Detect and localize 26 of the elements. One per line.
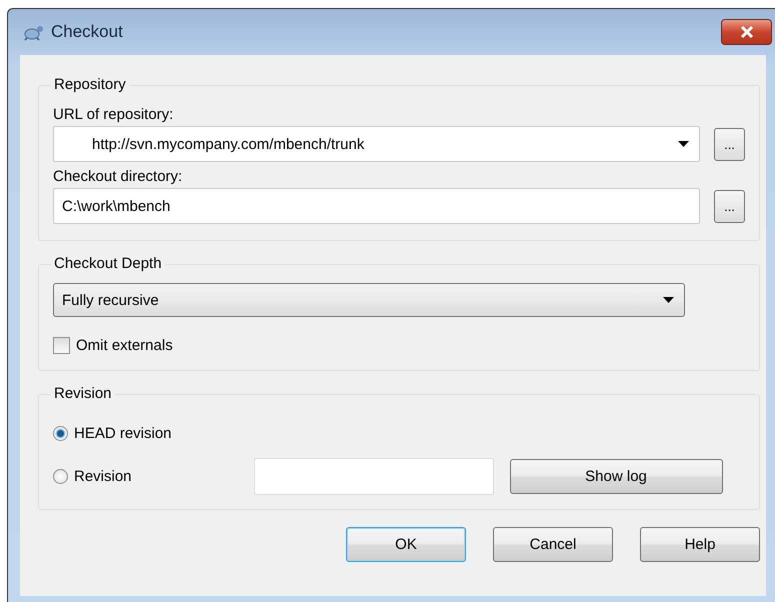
dropdown-arrow-icon <box>663 297 674 303</box>
field-label: URL of repository: <box>53 105 174 125</box>
group-title: Checkout Depth <box>51 255 165 273</box>
dialog-button[interactable]: Cancel <box>493 527 613 562</box>
browse-button[interactable]: ... <box>714 190 745 222</box>
dialog-button[interactable]: OK <box>346 527 466 562</box>
checkbox-label: Omit externals <box>76 337 173 354</box>
window-title: Checkout <box>51 22 123 42</box>
radio-label: HEAD revision <box>74 425 172 442</box>
browse-button[interactable]: ... <box>714 128 745 160</box>
group-title: Repository <box>51 76 129 94</box>
dropdown-arrow-icon <box>678 141 689 147</box>
radio-button[interactable] <box>53 469 68 484</box>
radio-label: Revision <box>74 468 132 485</box>
close-icon <box>740 26 754 38</box>
turtle-icon <box>22 23 44 41</box>
show-log-button[interactable]: Show log <box>510 459 723 494</box>
radio-button[interactable] <box>53 426 68 441</box>
checkbox[interactable] <box>53 337 70 354</box>
field-label: Checkout directory: <box>53 167 184 187</box>
dialog-button[interactable]: Help <box>640 527 760 562</box>
directory-input-field[interactable]: C:\work\mbench <box>53 188 700 224</box>
revision-input-field[interactable] <box>254 458 494 495</box>
depth-dropdown[interactable]: Fully recursive <box>53 283 685 317</box>
close-button[interactable] <box>721 19 772 45</box>
url-combo-box[interactable]: http://svn.mycompany.com/mbench/trunk <box>53 126 700 162</box>
